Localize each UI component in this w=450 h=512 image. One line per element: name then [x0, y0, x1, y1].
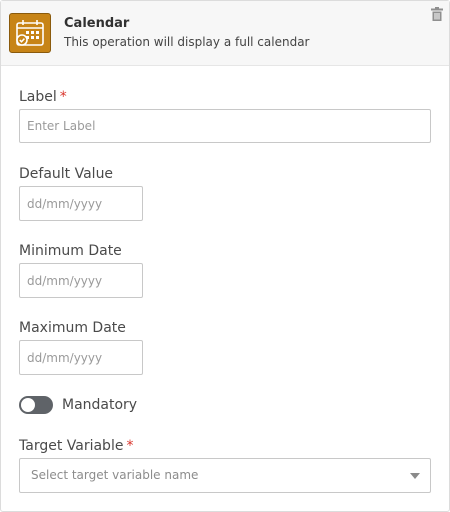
trash-icon[interactable] — [431, 6, 445, 22]
maximum-date-label: Maximum Date — [19, 320, 126, 336]
calendar-icon — [9, 13, 51, 53]
required-marker: * — [59, 89, 67, 105]
target-variable-label: Target Variable * — [19, 438, 133, 454]
operation-description: This operation will display a full calen… — [64, 35, 310, 49]
target-variable-text: Target Variable — [19, 438, 124, 454]
target-variable-select[interactable]: Select target variable name — [19, 458, 431, 493]
mandatory-label: Mandatory — [62, 397, 138, 413]
minimum-date-input[interactable] — [19, 263, 143, 298]
mandatory-toggle[interactable] — [19, 396, 53, 414]
label-field-text: Label — [19, 89, 57, 105]
chevron-down-icon[interactable] — [410, 473, 420, 479]
default-value-date-input[interactable] — [19, 186, 143, 221]
label-field-label: Label * — [19, 89, 67, 105]
default-value-label: Default Value — [19, 166, 114, 182]
minimum-date-label: Minimum Date — [19, 243, 122, 259]
label-input[interactable] — [19, 109, 431, 143]
operation-title: Calendar — [64, 16, 130, 31]
toggle-knob — [21, 398, 35, 412]
maximum-date-input[interactable] — [19, 340, 143, 375]
calendar-operation-panel: Calendar This operation will display a f… — [0, 0, 450, 512]
operation-header: Calendar This operation will display a f… — [1, 1, 449, 66]
target-variable-placeholder: Select target variable name — [31, 468, 199, 482]
required-marker: * — [126, 438, 134, 454]
